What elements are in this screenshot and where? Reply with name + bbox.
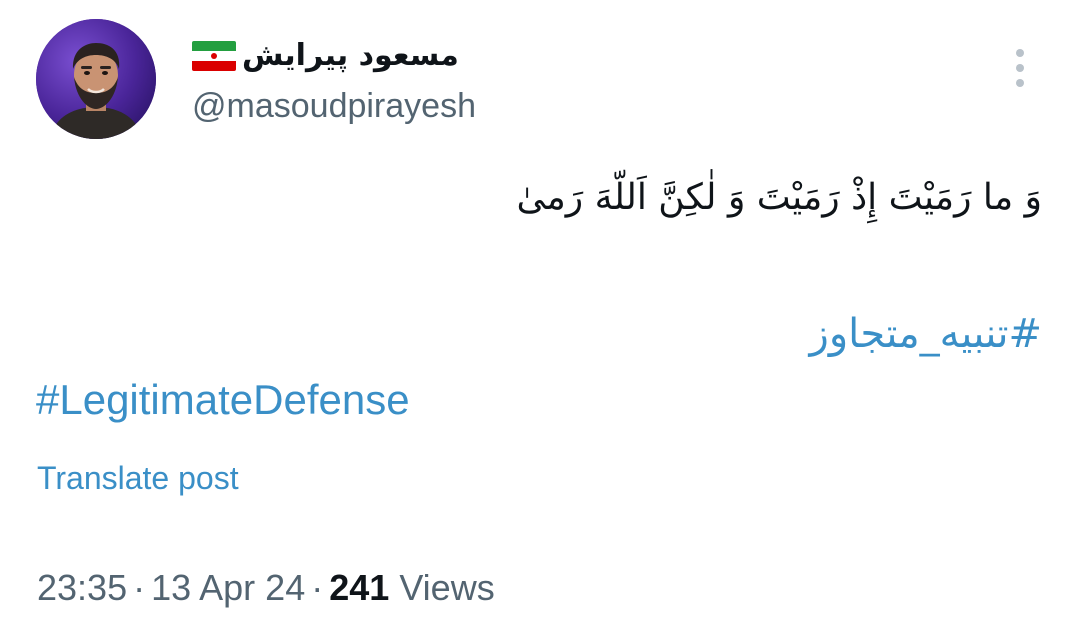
more-options-button[interactable]	[1004, 46, 1036, 90]
translate-post-link[interactable]: Translate post	[37, 456, 239, 500]
avatar[interactable]	[36, 19, 156, 139]
post-meta: 23:35 · 13 Apr 24 · 241 Views	[37, 564, 495, 612]
post-text-verse: وَ ما رَمَیْتَ إِذْ رَمَیْتَ وَ لٰکِنَّ …	[516, 177, 1042, 218]
post-time[interactable]: 23:35	[37, 567, 127, 608]
hashtag-link-legitimate-defense[interactable]: #LegitimateDefense	[36, 370, 410, 430]
post-date[interactable]: 13 Apr 24	[151, 567, 305, 608]
profile-photo-icon	[36, 19, 156, 139]
views-label[interactable]: Views	[399, 567, 494, 608]
views-count[interactable]: 241	[329, 567, 389, 608]
iran-flag-icon	[192, 41, 236, 71]
more-vertical-icon-dot	[1016, 79, 1024, 87]
tweet-card: مسعود پیرایش @masoudpirayesh وَ ما رَمَی…	[0, 0, 1080, 619]
author-name-row[interactable]: مسعود پیرایش	[192, 36, 459, 76]
more-vertical-icon-dot	[1016, 64, 1024, 72]
meta-separator: ·	[133, 567, 146, 608]
more-vertical-icon	[1016, 49, 1024, 57]
meta-separator: ·	[311, 567, 324, 608]
author-handle[interactable]: @masoudpirayesh	[192, 84, 476, 128]
hashtag-link-persian[interactable]: #تنبیه_متجاوز	[810, 302, 1042, 366]
author-display-name[interactable]: مسعود پیرایش	[242, 36, 459, 76]
